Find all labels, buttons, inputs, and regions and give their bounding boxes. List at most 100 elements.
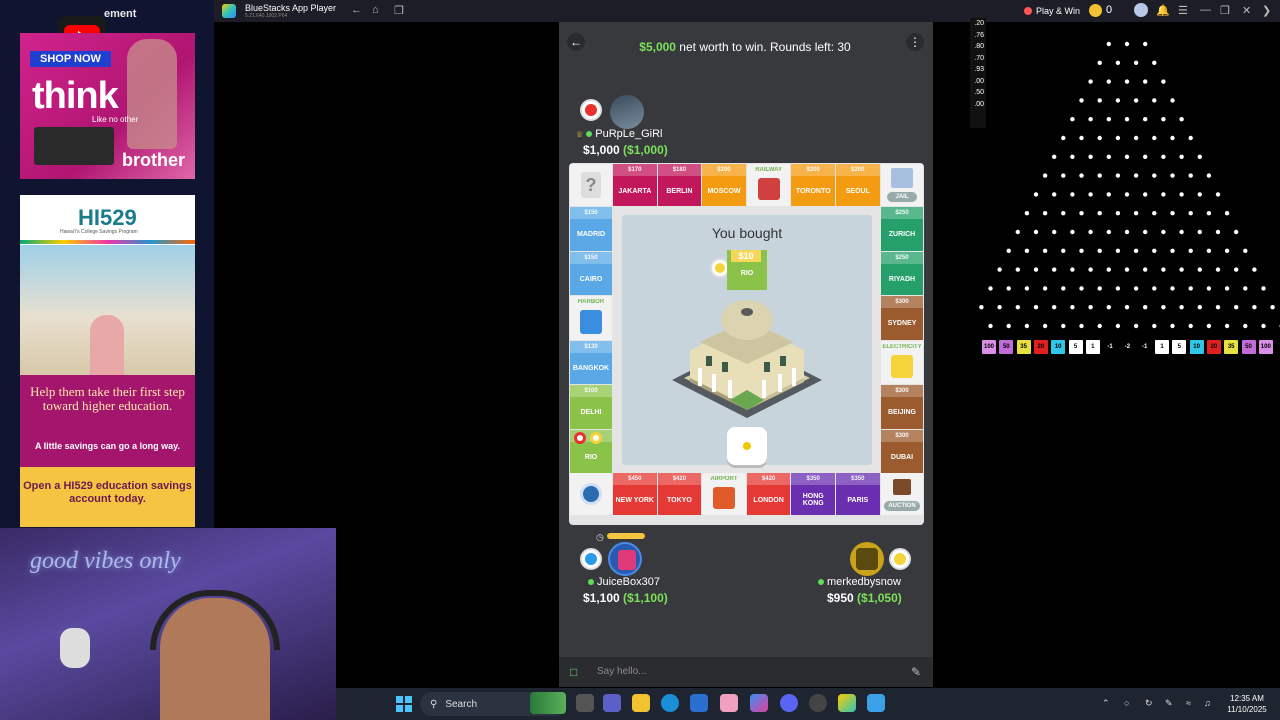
board-bottom-3[interactable]: $420 LONDON: [746, 473, 791, 515]
board-top-4[interactable]: $200 TORONTO: [791, 164, 835, 206]
tray-chevron-icon[interactable]: ⌃: [1102, 698, 1110, 709]
board-top-0-price: $170: [613, 164, 657, 176]
chat-icon[interactable]: □: [570, 665, 577, 679]
tray-app-icon[interactable]: ○: [1124, 698, 1129, 708]
store-icon[interactable]: [690, 694, 708, 712]
restore-icon[interactable]: ❐: [1220, 4, 1230, 17]
notification-bell-icon[interactable]: 🔔: [1156, 4, 1170, 17]
obs-icon[interactable]: [809, 694, 827, 712]
copilot-icon[interactable]: [750, 694, 768, 712]
clock-time: 12:35 AM: [1230, 694, 1264, 703]
board-left-1[interactable]: $150 CAIRO: [570, 251, 612, 295]
plinko-peg: [1024, 323, 1030, 329]
auction-corner[interactable]: AUCTION: [881, 473, 923, 515]
board-right-4[interactable]: $300 BEIJING: [881, 385, 923, 429]
player2-avatar[interactable]: [608, 542, 642, 576]
board-top-0[interactable]: $170 JAKARTA: [613, 164, 657, 206]
bought-property-card: $10 RIO: [727, 250, 767, 290]
board-left-5[interactable]: RIO: [570, 429, 612, 473]
board-bottom-4[interactable]: $350 HONG KONG: [791, 473, 835, 515]
player1-avatar[interactable]: [610, 95, 644, 129]
ad-cta[interactable]: Open a HI529 education savings account t…: [20, 480, 195, 506]
plinko-peg: [1124, 117, 1130, 122]
plinko-peg: [1070, 192, 1075, 197]
board-right-1[interactable]: $250 RIYADH: [881, 251, 923, 295]
plinko-peg: [1088, 229, 1093, 235]
player3-avatar[interactable]: [850, 542, 884, 576]
profile-avatar[interactable]: [1134, 3, 1148, 17]
menu-icon[interactable]: ☰: [1178, 4, 1188, 17]
plinko-peg: [1179, 154, 1184, 159]
board-bottom-2[interactable]: AIRPORT: [702, 473, 746, 515]
board-top-5-price: $200: [836, 164, 880, 176]
sidebar-toggle-icon[interactable]: ❯: [1262, 4, 1271, 17]
dice[interactable]: [727, 427, 767, 465]
edge-icon[interactable]: [661, 694, 679, 712]
board-right-0[interactable]: $250 ZURICH: [881, 207, 923, 251]
plinko-peg: [1115, 60, 1121, 65]
plinko-peg: [1143, 267, 1148, 272]
board-left-2[interactable]: HARBOR: [570, 296, 612, 340]
plinko-peg: [1224, 211, 1230, 216]
file-explorer-icon[interactable]: [632, 694, 650, 712]
plinko-peg: [1115, 286, 1121, 291]
board-left-0[interactable]: $150 MADRID: [570, 207, 612, 251]
board-bottom-1[interactable]: $420 TOKYO: [657, 473, 702, 515]
ad-shop-button[interactable]: SHOP NOW: [30, 51, 111, 67]
wifi-icon[interactable]: ≈: [1186, 698, 1191, 708]
multi-window-icon[interactable]: ❐: [394, 4, 404, 17]
plinko-peg: [1106, 229, 1111, 235]
rio-token-0: [574, 431, 586, 444]
chat-edit-icon[interactable]: ✎: [911, 665, 921, 679]
plinko-peg: [1197, 154, 1202, 159]
task-view-icon[interactable]: [576, 694, 594, 712]
start-corner[interactable]: [570, 473, 612, 515]
volume-icon[interactable]: ♫: [1204, 698, 1211, 708]
widget-icon[interactable]: [530, 692, 566, 714]
windows-start-icon[interactable]: [396, 696, 412, 712]
minimize-icon[interactable]: —: [1200, 4, 1211, 16]
ad-beach-photo: [20, 245, 195, 415]
plinko-peg: [1061, 323, 1066, 329]
plinko-peg: [1161, 192, 1166, 197]
brother-ad[interactable]: SHOP NOW think Like no other brother: [20, 33, 195, 179]
ad-model-image: [127, 39, 177, 149]
taskbar-clock[interactable]: 12:35 AM 11/10/2025: [1222, 693, 1272, 715]
hi529-ad[interactable]: HI529 Hawaiʻi's College Savings Program …: [20, 195, 195, 527]
play-win-button[interactable]: Play & Win: [1024, 3, 1080, 19]
board-left-0-label: MADRID: [577, 231, 605, 239]
game-more-icon[interactable]: ⋮: [906, 33, 924, 51]
board-bottom-0[interactable]: $450 NEW YORK: [613, 473, 657, 515]
teams-icon[interactable]: [603, 694, 621, 712]
plinko-peg: [1097, 98, 1102, 103]
plinko-peg: [1143, 192, 1148, 197]
board-right-5[interactable]: $300 DUBAI: [881, 429, 923, 473]
plinko-peg: [1052, 267, 1057, 272]
game-back-icon[interactable]: ←: [567, 33, 585, 51]
board-left-4[interactable]: $100 DELHI: [570, 385, 612, 429]
board-right-3[interactable]: ELECTRICITY: [881, 340, 923, 384]
check-icon: [580, 483, 602, 505]
board-top-2[interactable]: $200 MOSCOW: [702, 164, 746, 206]
board-top-1[interactable]: $180 BERLIN: [657, 164, 702, 206]
board-top-5[interactable]: $200 SEOUL: [836, 164, 880, 206]
board-left-3[interactable]: $130 BANGKOK: [570, 340, 612, 384]
tray-sync-icon[interactable]: ↻: [1145, 698, 1153, 709]
tray-pen-icon[interactable]: ✎: [1165, 698, 1173, 709]
bluestacks-taskbar-icon[interactable]: [838, 694, 856, 712]
jail-corner[interactable]: JAIL: [881, 164, 923, 206]
discord-icon[interactable]: [780, 694, 798, 712]
chance-corner[interactable]: ?: [570, 164, 612, 206]
board-top-3[interactable]: RAILWAY: [746, 164, 791, 206]
board-right-2[interactable]: $300 SYDNEY: [881, 296, 923, 340]
back-arrow-icon[interactable]: ←: [351, 4, 362, 16]
chat-input[interactable]: Say hello...: [597, 666, 646, 677]
plinko-peg: [1170, 135, 1175, 141]
close-icon[interactable]: ✕: [1242, 4, 1251, 17]
board-bottom-5[interactable]: $350 PARIS: [836, 473, 880, 515]
notepad-icon[interactable]: [867, 694, 885, 712]
plinko-peg: [1252, 267, 1257, 272]
player2-net-worth: ($1,100): [623, 591, 668, 605]
pink-app-icon[interactable]: [720, 694, 738, 712]
home-icon[interactable]: ⌂: [372, 4, 379, 16]
